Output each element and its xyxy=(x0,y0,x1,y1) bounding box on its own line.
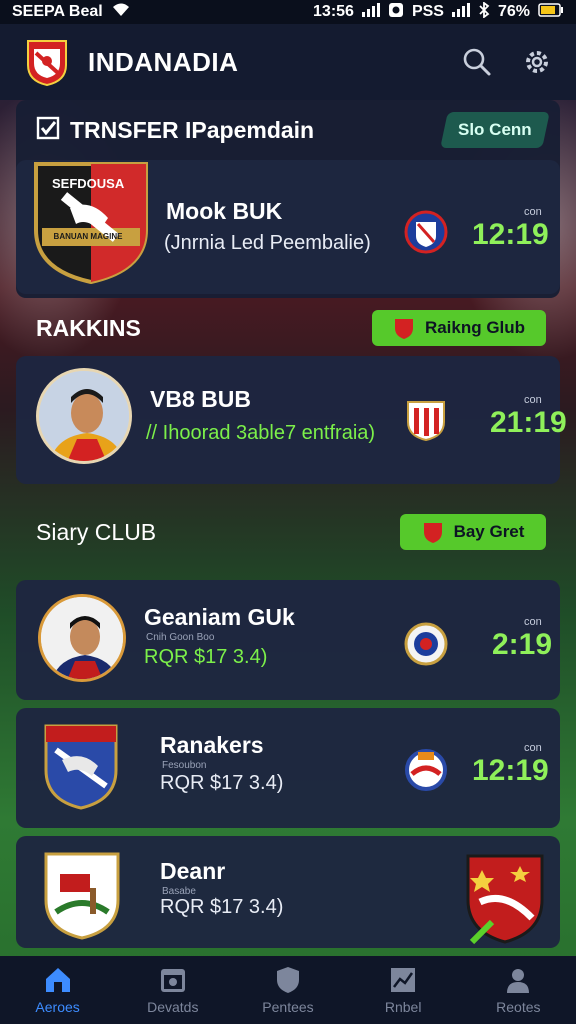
ranking-club-button[interactable]: Raikng Glub xyxy=(372,310,546,346)
transfer-row[interactable]: SEFDOUSA BANUAN MAGINE Mook BUK (Jnrnia … xyxy=(16,160,560,294)
bottom-nav: Aeroes Devatds Pentees Rnbel Reotes xyxy=(0,956,576,1024)
profile-icon xyxy=(507,969,530,993)
shield-icon xyxy=(394,319,413,339)
network-label: PSS xyxy=(411,3,444,20)
featured-crest-icon xyxy=(466,854,544,945)
score-label: con xyxy=(524,742,542,754)
row-subtitle: // Ihoorad 3able7 entfraia) xyxy=(146,422,376,444)
carrier-label: SEEPA Beal xyxy=(12,3,103,20)
opponent-crest-icon xyxy=(407,401,445,442)
app-header: INDANADIA xyxy=(0,24,576,100)
row-subtitle: (Jnrnia Led Peembalie) xyxy=(164,232,371,254)
nav-item-home[interactable]: Aeroes xyxy=(8,965,108,1015)
club-section-title: Siary CLUB xyxy=(36,518,157,545)
search-icon[interactable] xyxy=(462,47,492,77)
match-score-value: 12:19 xyxy=(472,218,549,251)
crest-text: SEFDOUSA xyxy=(52,176,125,191)
crest-banner: BANUAN MAGINE xyxy=(53,232,123,241)
checkbox-icon[interactable] xyxy=(36,116,60,145)
nav-label-home: Aeroes xyxy=(35,999,80,1015)
player-avatar xyxy=(38,594,126,682)
list-item[interactable]: Geaniam GUk Cnih Goon Boo RQR $17 3.4) c… xyxy=(16,580,560,700)
transfer-filter-button[interactable]: Slo Cenn xyxy=(440,112,550,148)
rankings-section-header: RAKKINS Raikng Glub xyxy=(16,298,560,358)
score-label: con xyxy=(524,206,542,218)
row-name: Ranakers xyxy=(160,732,264,758)
bluetooth-icon xyxy=(478,0,490,23)
transfer-section-title: TRNSFER IPapemdain xyxy=(70,116,315,143)
match-score: 12:19 xyxy=(472,218,549,252)
nav-label-profile: Reotes xyxy=(496,999,541,1015)
app-title: INDANADIA xyxy=(88,46,239,77)
signal-icon-2 xyxy=(451,2,470,22)
nav-item-shield[interactable]: Pentees xyxy=(238,965,338,1015)
club-filter-label: Bay Gret xyxy=(453,522,525,541)
opponent-crest-icon xyxy=(404,210,448,254)
row-subtitle: RQR $17 3.4) xyxy=(160,896,284,918)
status-bar: SEEPA Beal 13:56 PSS 76% xyxy=(0,0,576,24)
nav-item-profile[interactable]: Reotes xyxy=(468,965,568,1015)
club-filter-button[interactable]: Bay Gret xyxy=(400,514,546,550)
ranking-club-label: Raikng Glub xyxy=(424,318,526,337)
transfer-filter-label: Slo Cenn xyxy=(458,120,532,139)
club-crest-icon xyxy=(44,724,118,810)
row-name: Mook BUK xyxy=(166,198,283,224)
club-section-header: Siary CLUB Bay Gret xyxy=(16,502,560,562)
row-name: VB8 BUB xyxy=(150,386,251,412)
calendar-icon xyxy=(160,969,185,992)
match-score-value: 12:19 xyxy=(472,754,549,787)
home-icon xyxy=(45,968,70,992)
chart-icon xyxy=(391,968,416,992)
match-score-value: 2:19 xyxy=(492,628,553,661)
nav-label-shield: Pentees xyxy=(262,999,314,1015)
match-score: 12:19 xyxy=(472,754,549,788)
transfer-section-header: TRNSFER IPapemdain Slo Cenn xyxy=(16,100,560,160)
row-meta: Fesoubon xyxy=(162,760,207,771)
battery-icon xyxy=(538,2,564,22)
shield-icon xyxy=(276,967,299,993)
club-crest-icon xyxy=(44,852,120,940)
club-logo-icon[interactable] xyxy=(24,37,70,87)
clock-label: 13:56 xyxy=(313,3,354,20)
player-avatar xyxy=(36,368,132,464)
match-score: 2:19 xyxy=(492,628,552,662)
match-score-value: 21:19 xyxy=(490,406,567,439)
settings-icon[interactable] xyxy=(522,47,552,77)
row-subtitle: RQR $17 3.4) xyxy=(160,772,284,794)
opponent-crest-icon xyxy=(404,622,448,666)
rankings-section-title: RAKKINS xyxy=(36,314,141,341)
row-subtitle: RQR $17 3.4) xyxy=(144,646,268,668)
row-name: Geaniam GUk xyxy=(144,604,295,630)
score-label: con xyxy=(524,616,542,628)
rankings-row[interactable]: VB8 BUB // Ihoorad 3able7 entfraia) con … xyxy=(16,356,567,484)
nav-label-calendar: Devatds xyxy=(147,999,199,1015)
nav-label-chart: Rnbel xyxy=(384,999,422,1015)
notification-icon xyxy=(388,2,404,23)
signal-icon xyxy=(361,2,380,22)
nav-item-chart[interactable]: Rnbel xyxy=(353,965,453,1015)
nav-item-calendar[interactable]: Devatds xyxy=(123,965,223,1015)
battery-label: 76% xyxy=(497,3,530,20)
match-score: 21:19 xyxy=(490,406,567,440)
wifi-icon xyxy=(111,2,131,23)
row-name: Deanr xyxy=(160,858,226,884)
opponent-crest-icon xyxy=(405,749,447,791)
shield-icon xyxy=(423,523,442,543)
row-meta: Cnih Goon Boo xyxy=(146,632,215,643)
score-label: con xyxy=(524,394,542,406)
list-item[interactable]: Deanr Basabe RQR $17 3.4) xyxy=(16,836,560,948)
list-item[interactable]: Ranakers Fesoubon RQR $17 3.4) con 12:19 xyxy=(16,708,560,828)
